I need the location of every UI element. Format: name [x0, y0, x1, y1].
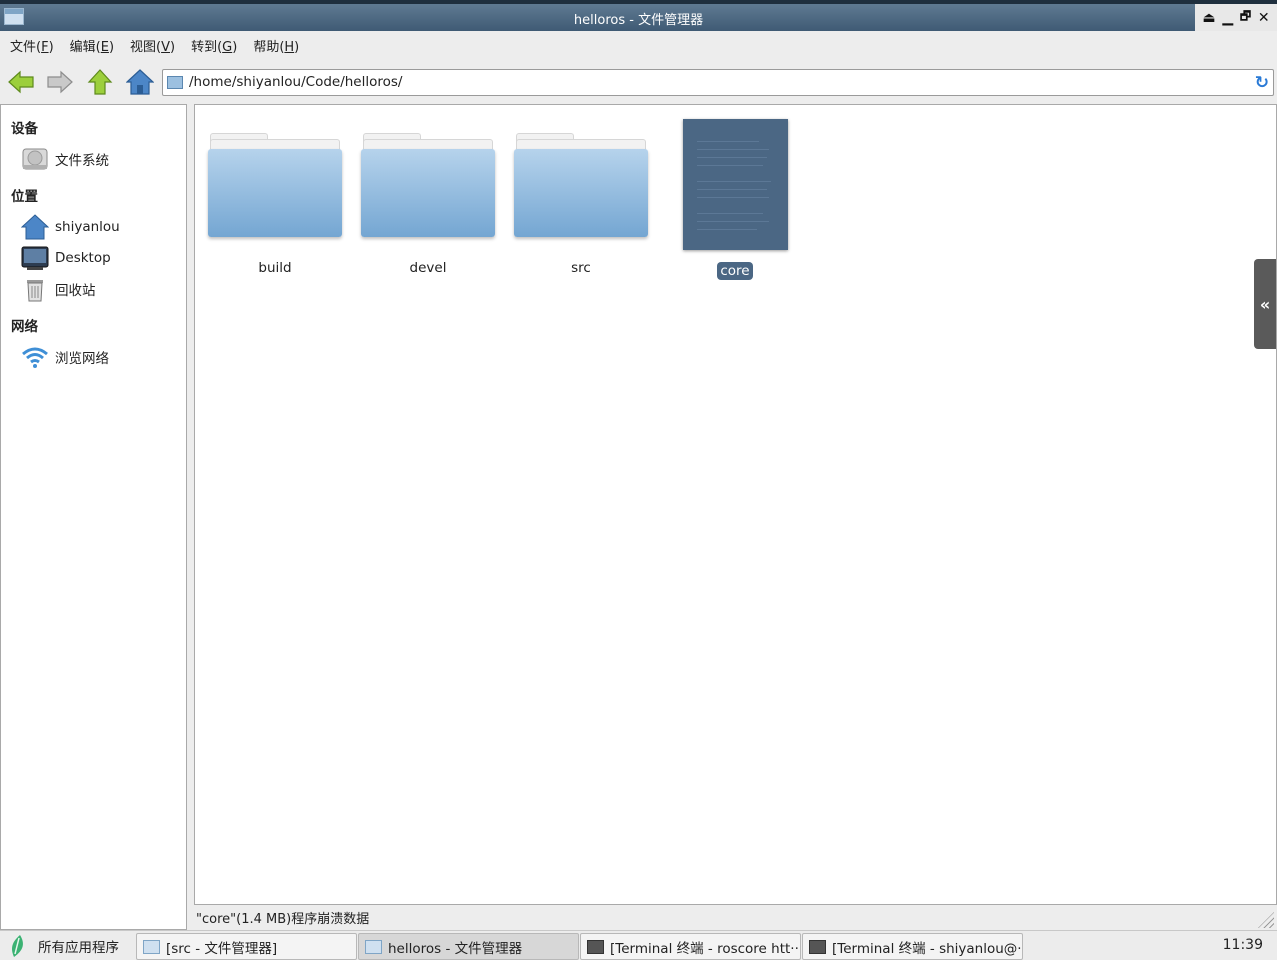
sidebar-item-filesystem[interactable]: 文件系统 [21, 145, 109, 173]
window-controls: ⏏ ▁ 🗗 ✕ [1195, 4, 1277, 31]
sidebar-item-label: 回收站 [55, 283, 96, 299]
task-src-file-manager[interactable]: [src - 文件管理器] [136, 933, 357, 960]
minimize-icon[interactable]: ▁ [1222, 10, 1233, 26]
file-name: devel [409, 260, 447, 276]
file-name: src [571, 260, 591, 276]
sidebar-item-home[interactable]: shiyanlou [21, 213, 120, 241]
menu-go[interactable]: 转到(G) [191, 36, 237, 55]
file-name: build [258, 260, 292, 276]
sidebar-item-label: 浏览网络 [55, 351, 109, 367]
forward-arrow-icon[interactable] [46, 68, 74, 96]
status-bar: "core"(1.4 MB)程序崩溃数据 [194, 905, 1277, 930]
folder-icon [514, 117, 648, 237]
resize-grip-icon[interactable] [1258, 912, 1274, 928]
terminal-icon [809, 939, 826, 954]
location-path: /home/shiyanlou/Code/helloros/ [189, 74, 403, 90]
up-arrow-icon[interactable] [86, 68, 114, 96]
collapse-panel-button[interactable]: « [1254, 259, 1276, 349]
sidebar-item-trash[interactable]: 回收站 [21, 275, 96, 303]
drive-icon [22, 148, 48, 170]
task-terminal-shiyanlou[interactable]: [Terminal 终端 - shiyanlou@··· [802, 933, 1023, 960]
file-name: core [717, 262, 753, 280]
close-icon[interactable]: ✕ [1258, 10, 1270, 26]
app-menu-leaf-icon [12, 935, 23, 957]
status-text: "core"(1.4 MB)程序崩溃数据 [196, 912, 370, 927]
toolbar: /home/shiyanlou/Code/helloros/ ↻ [0, 60, 1277, 104]
sidebar-item-desktop[interactable]: Desktop [21, 244, 111, 272]
home-icon [21, 214, 49, 240]
menu-view[interactable]: 视图(V) [130, 36, 175, 55]
folder-icon [365, 939, 382, 954]
sidebar-section-places: 位置 [11, 189, 38, 205]
folder-icon [361, 117, 495, 237]
clock[interactable]: 11:39 [1223, 937, 1263, 953]
document-icon [682, 119, 788, 250]
file-icon-view[interactable]: build devel src core « [194, 104, 1277, 905]
sidebar-item-label: shiyanlou [55, 219, 120, 235]
file-item-build[interactable]: build [205, 117, 345, 277]
task-label: [Terminal 终端 - roscore htt··· [610, 940, 801, 957]
task-label: [Terminal 终端 - shiyanlou@··· [832, 940, 1023, 957]
menu-file[interactable]: 文件(F) [10, 36, 54, 55]
home-icon[interactable] [126, 68, 154, 96]
maximize-icon[interactable]: 🗗 [1240, 7, 1251, 28]
pane-splitter[interactable] [187, 104, 194, 930]
file-item-core[interactable]: core [665, 119, 805, 280]
folder-icon [143, 939, 160, 954]
wifi-icon [22, 347, 48, 368]
sidebar-section-network: 网络 [11, 319, 38, 335]
menu-bar: 文件(F) 编辑(E) 视图(V) 转到(G) 帮助(H) [0, 31, 1277, 60]
sidebar-section-devices: 设备 [11, 121, 38, 137]
shade-icon[interactable]: ⏏ [1202, 10, 1215, 26]
folder-icon [208, 117, 342, 237]
task-label: helloros - 文件管理器 [388, 940, 523, 957]
file-item-src[interactable]: src [511, 117, 651, 277]
window-title: helloros - 文件管理器 [573, 13, 704, 28]
task-terminal-roscore[interactable]: [Terminal 终端 - roscore htt··· [580, 933, 801, 960]
menu-edit[interactable]: 编辑(E) [70, 36, 114, 55]
task-label: [src - 文件管理器] [166, 940, 278, 957]
location-bar[interactable]: /home/shiyanlou/Code/helloros/ ↻ [162, 69, 1274, 96]
terminal-icon [587, 939, 604, 954]
menu-help[interactable]: 帮助(H) [253, 36, 299, 55]
sidebar-item-label: Desktop [55, 250, 111, 266]
back-arrow-icon[interactable] [7, 68, 35, 96]
sidebar-item-browse-network[interactable]: 浏览网络 [21, 343, 109, 371]
applications-menu-button[interactable]: 所有应用程序 [6, 934, 119, 958]
taskbar: 所有应用程序 [src - 文件管理器] helloros - 文件管理器 [T… [0, 930, 1277, 960]
trash-icon [27, 280, 43, 302]
desktop-icon [21, 246, 49, 270]
reload-icon[interactable]: ↻ [1255, 73, 1269, 93]
file-item-devel[interactable]: devel [358, 117, 498, 277]
sidebar-item-label: 文件系统 [55, 153, 109, 169]
sidebar: 设备 文件系统 位置 shiyanlou Desktop 回收站 网络 浏览网络 [0, 104, 187, 930]
applications-menu-label: 所有应用程序 [38, 940, 119, 956]
folder-icon [167, 76, 183, 89]
window-titlebar[interactable]: helloros - 文件管理器 ⏏ ▁ 🗗 ✕ [0, 0, 1277, 31]
task-helloros-file-manager[interactable]: helloros - 文件管理器 [358, 933, 579, 960]
